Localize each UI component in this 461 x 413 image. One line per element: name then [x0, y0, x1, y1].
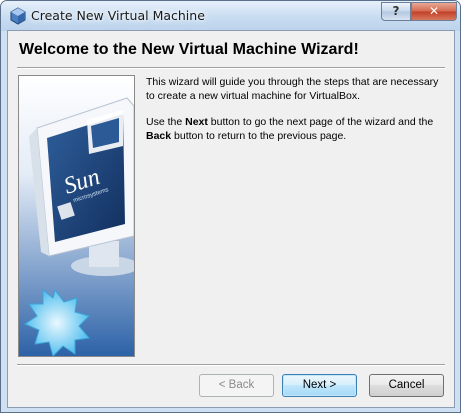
wizard-banner-image: Sun microsystems [18, 75, 135, 357]
virtualbox-icon [10, 7, 26, 25]
bottom-divider [17, 364, 445, 366]
back-button[interactable]: < Back [199, 374, 274, 397]
wizard-description: This wizard will guide you through the s… [146, 75, 446, 155]
back-keyword: Back [146, 130, 172, 142]
cancel-button[interactable]: Cancel [369, 374, 444, 397]
next-keyword: Next [185, 116, 208, 128]
wizard-page: Welcome to the New Virtual Machine Wizar… [7, 30, 455, 408]
page-title: Welcome to the New Virtual Machine Wizar… [19, 41, 359, 58]
next-button[interactable]: Next > [282, 374, 357, 397]
navigation-help-paragraph: Use the Next button to go the next page … [146, 116, 434, 142]
help-button[interactable]: ? [381, 2, 411, 21]
title-bar[interactable]: Create New Virtual Machine ? ✕ [1, 1, 460, 31]
window-title: Create New Virtual Machine [31, 8, 205, 23]
close-button[interactable]: ✕ [411, 2, 457, 21]
top-divider [17, 67, 445, 69]
wizard-window: Create New Virtual Machine ? ✕ Welcome t… [0, 0, 461, 413]
intro-paragraph: This wizard will guide you through the s… [146, 76, 439, 102]
